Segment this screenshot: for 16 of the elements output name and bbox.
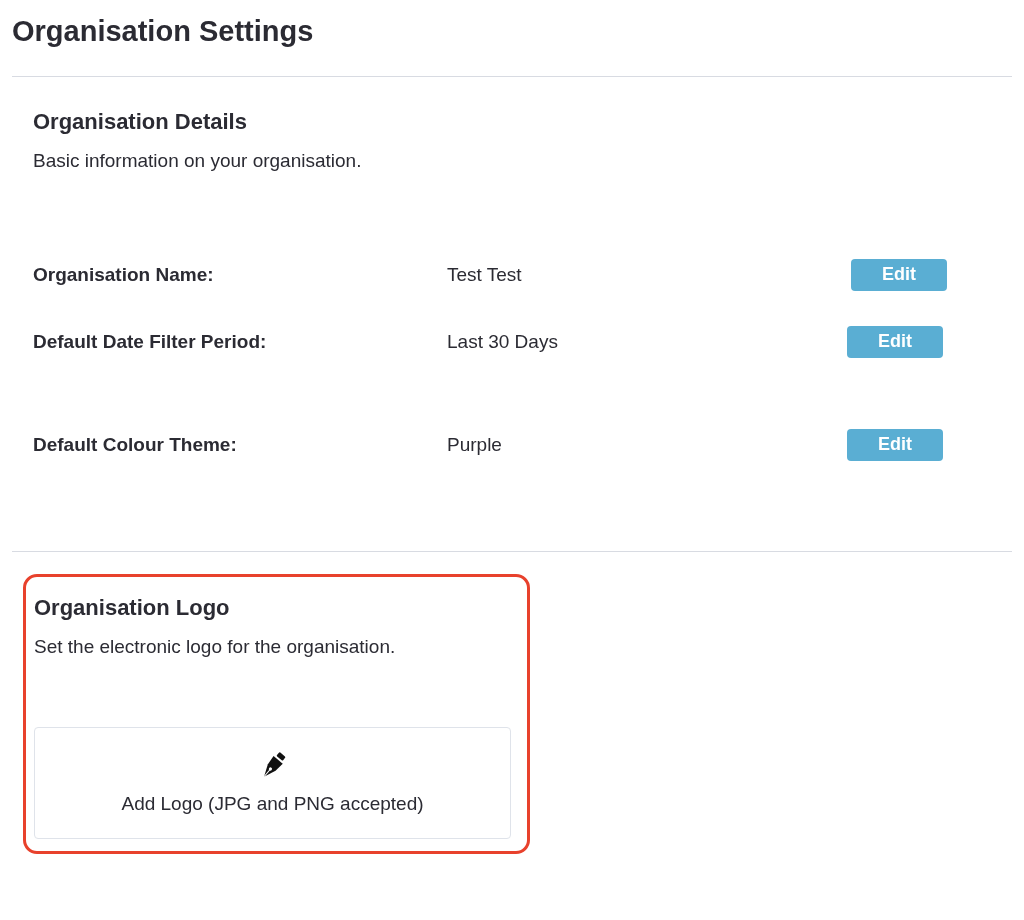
- upload-label: Add Logo (JPG and PNG accepted): [121, 793, 424, 815]
- logo-upload-area[interactable]: Add Logo (JPG and PNG accepted): [34, 727, 511, 839]
- setting-value: Test Test: [447, 263, 523, 286]
- page-title: Organisation Settings: [12, 14, 315, 49]
- setting-value: Last 30 Days: [447, 330, 559, 353]
- section-description: Set the electronic logo for the organisation.: [34, 635, 397, 659]
- section-heading: Organisation Details: [33, 108, 248, 136]
- edit-button[interactable]: Edit: [847, 428, 943, 461]
- edit-button[interactable]: Edit: [851, 258, 947, 291]
- setting-value: Purple: [447, 433, 503, 456]
- section-heading: Organisation Logo: [34, 594, 231, 622]
- section-description: Basic information on your organisation.: [33, 149, 363, 173]
- edit-button[interactable]: Edit: [847, 325, 943, 358]
- setting-label: Default Date Filter Period:: [33, 330, 268, 353]
- setting-label: Organisation Name:: [33, 263, 215, 286]
- setting-label: Default Colour Theme:: [33, 433, 238, 456]
